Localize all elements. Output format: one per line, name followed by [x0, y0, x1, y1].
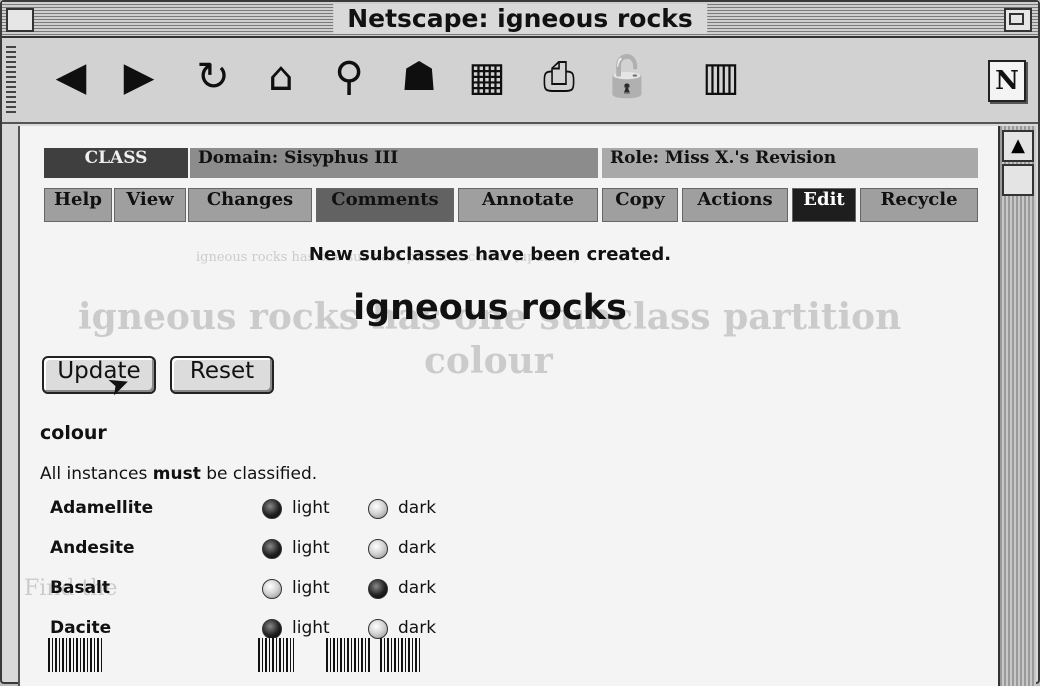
cut-off-content	[380, 638, 420, 672]
domain-label: Domain: Sisyphus III	[190, 148, 598, 178]
radio-light[interactable]	[262, 619, 282, 639]
tab-edit[interactable]: Edit	[792, 188, 856, 222]
print-icon[interactable]: ⎙	[530, 48, 588, 106]
page-content: igneous rocks has one subclass partition…	[18, 126, 1000, 686]
tab-copy[interactable]: Copy	[602, 188, 678, 222]
role-label: Role: Miss X.'s Revision	[602, 148, 978, 178]
reload-icon[interactable]: ↻	[184, 48, 242, 106]
browser-window: Netscape: igneous rocks ◀ ▶ ↻ ⌂ ⚲ ☗ ▦ ⎙ …	[0, 0, 1040, 686]
page-title: igneous rocks	[353, 288, 627, 328]
toolbar: ◀ ▶ ↻ ⌂ ⚲ ☗ ▦ ⎙ 🔓 ▥ N	[2, 38, 1038, 124]
images-icon[interactable]: ▦	[458, 48, 516, 106]
cut-off-content	[326, 638, 372, 672]
update-button[interactable]: Update	[42, 356, 156, 394]
toolbar-grip[interactable]	[6, 46, 16, 114]
class-badge: CLASS	[44, 148, 188, 178]
title-bar[interactable]: Netscape: igneous rocks	[2, 2, 1038, 38]
list-item: Basalt light dark	[50, 576, 470, 604]
rock-name: Andesite	[50, 538, 135, 558]
netscape-logo[interactable]: N	[988, 60, 1026, 102]
radio-dark-label: dark	[398, 578, 437, 598]
forward-icon[interactable]: ▶	[110, 48, 168, 106]
list-item: Adamellite light dark	[50, 496, 470, 524]
tab-annotate[interactable]: Annotate	[458, 188, 598, 222]
security-icon[interactable]: 🔓	[598, 48, 656, 106]
radio-dark[interactable]	[368, 539, 388, 559]
radio-dark[interactable]	[368, 499, 388, 519]
radio-dark-label: dark	[398, 498, 437, 518]
radio-light[interactable]	[262, 579, 282, 599]
radio-dark-label: dark	[398, 618, 437, 638]
tab-recycle[interactable]: Recycle	[860, 188, 978, 222]
ghost-text-heading-2: colour	[424, 340, 553, 382]
guide-icon[interactable]: ☗	[390, 48, 448, 106]
radio-dark-label: dark	[398, 538, 437, 558]
window-title: Netscape: igneous rocks	[333, 4, 707, 34]
radio-dark[interactable]	[368, 579, 388, 599]
radio-light-label: light	[292, 578, 330, 598]
search-icon[interactable]: ⚲	[320, 48, 378, 106]
radio-light-label: light	[292, 498, 330, 518]
list-item: Andesite light dark	[50, 536, 470, 564]
rock-name: Basalt	[50, 578, 110, 598]
cut-off-content	[258, 638, 294, 672]
back-icon[interactable]: ◀	[42, 48, 100, 106]
tab-view[interactable]: View	[114, 188, 186, 222]
zoom-box[interactable]	[1004, 8, 1032, 32]
close-box[interactable]	[6, 8, 34, 32]
scroll-up-arrow-icon[interactable]: ▲	[1002, 130, 1034, 162]
reset-button[interactable]: Reset	[170, 356, 274, 394]
radio-light[interactable]	[262, 499, 282, 519]
radio-light-label: light	[292, 618, 330, 638]
home-icon[interactable]: ⌂	[252, 48, 310, 106]
cut-off-content	[48, 638, 104, 672]
rock-name: Dacite	[50, 618, 112, 638]
vertical-scrollbar[interactable]: ▲	[998, 126, 1036, 686]
stop-icon[interactable]: ▥	[692, 48, 750, 106]
instruction-text: All instances must be classified.	[40, 464, 318, 484]
rock-name: Adamellite	[50, 498, 154, 518]
status-message: New subclasses have been created.	[308, 244, 672, 265]
tab-actions[interactable]: Actions	[682, 188, 788, 222]
radio-dark[interactable]	[368, 619, 388, 639]
radio-light-label: light	[292, 538, 330, 558]
radio-light[interactable]	[262, 539, 282, 559]
scroll-thumb[interactable]	[1002, 164, 1034, 196]
tab-comments[interactable]: Comments	[316, 188, 454, 222]
tab-help[interactable]: Help	[44, 188, 112, 222]
tab-changes[interactable]: Changes	[188, 188, 312, 222]
partition-label: colour	[40, 422, 107, 444]
